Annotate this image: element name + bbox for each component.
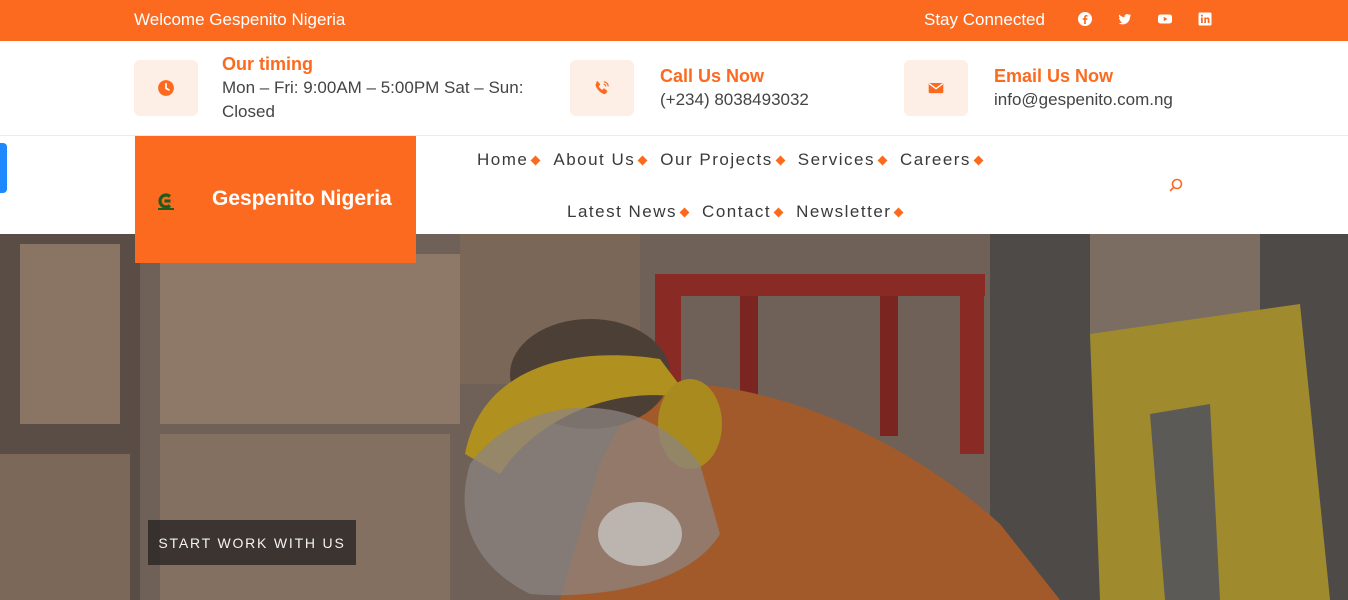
diamond-icon: [877, 155, 888, 165]
nav-label: Newsletter: [796, 202, 892, 221]
clock-icon-box: [134, 60, 198, 116]
nav-label: Latest News: [567, 202, 678, 221]
phone-icon-box: [570, 60, 634, 116]
nav-about-us[interactable]: About Us: [553, 150, 648, 170]
call-title: Call Us Now: [660, 66, 765, 86]
nav-label: About Us: [553, 150, 636, 169]
diamond-icon: [894, 207, 904, 217]
search-icon[interactable]: [1168, 177, 1184, 193]
nav-home[interactable]: Home: [477, 150, 541, 170]
nav-latest-news[interactable]: Latest News: [567, 202, 690, 222]
diamond-icon: [637, 155, 648, 165]
diamond-icon: [530, 155, 541, 165]
email-icon-box: [904, 60, 968, 116]
facebook-icon[interactable]: [1077, 11, 1093, 27]
logo-mark-icon: [158, 193, 174, 210]
contact-strip: Our timing Mon – Fri: 9:00AM – 5:00PM Sa…: [0, 41, 1348, 135]
logo-text: Gespenito Nigeria: [212, 187, 392, 210]
timing-text: Mon – Fri: 9:00AM – 5:00PM Sat – Sun: Cl…: [222, 78, 524, 121]
logo[interactable]: Gespenito Nigeria: [135, 136, 416, 263]
email-title: Email Us Now: [994, 66, 1114, 86]
timing-title: Our timing: [222, 54, 313, 74]
nav-newsletter[interactable]: Newsletter: [796, 202, 904, 222]
youtube-icon[interactable]: [1157, 11, 1173, 27]
diamond-icon: [973, 155, 984, 165]
nav-label: Services: [797, 150, 875, 169]
nav-careers[interactable]: Careers: [899, 150, 984, 170]
envelope-icon: [928, 82, 944, 94]
start-work-button[interactable]: START WORK WITH US: [148, 520, 356, 565]
nav-services[interactable]: Services: [797, 150, 888, 170]
side-tab[interactable]: [0, 143, 7, 193]
nav-label: Our Projects: [660, 150, 773, 169]
diamond-icon: [775, 155, 786, 165]
twitter-icon[interactable]: [1117, 11, 1133, 27]
nav-contact[interactable]: Contact: [702, 202, 784, 222]
nav-label: Careers: [899, 150, 971, 169]
diamond-icon: [679, 207, 690, 217]
nav-row-1: Home About Us Our Projects Services Care…: [477, 150, 996, 170]
phone-icon: [595, 81, 609, 95]
email-address[interactable]: info@gespenito.com.ng: [994, 88, 1173, 112]
top-bar: Welcome Gespenito Nigeria Stay Connected: [0, 0, 1348, 41]
welcome-text: Welcome Gespenito Nigeria: [134, 10, 346, 29]
nav-row-2: Latest News Contact Newsletter: [567, 202, 916, 222]
diamond-icon: [773, 207, 784, 217]
nav-label: Contact: [702, 202, 772, 221]
nav-label: Home: [477, 150, 529, 169]
call-number[interactable]: (+234) 8038493032: [660, 88, 809, 112]
clock-icon: [158, 80, 174, 96]
linkedin-icon[interactable]: [1197, 11, 1213, 27]
stay-connected-text: Stay Connected: [924, 10, 1045, 29]
nav-our-projects[interactable]: Our Projects: [660, 150, 786, 170]
